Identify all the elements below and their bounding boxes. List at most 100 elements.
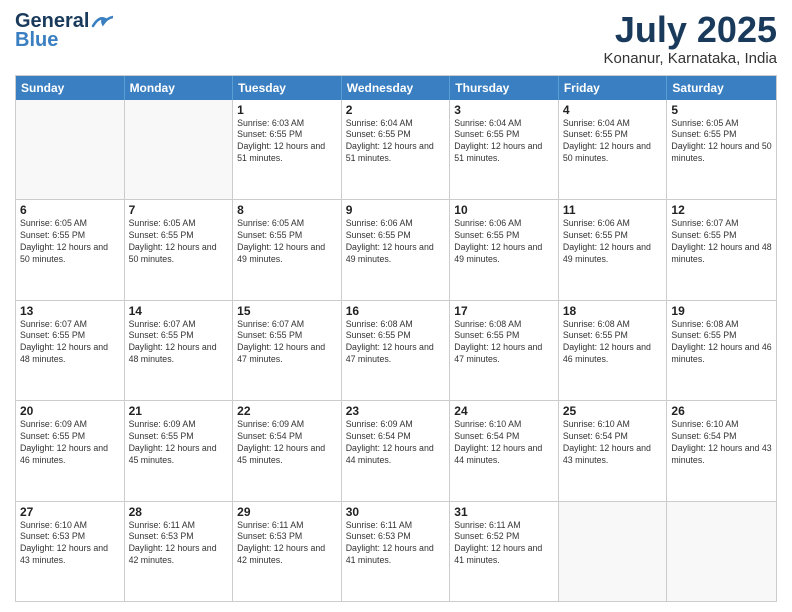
calendar-day-22: 22Sunrise: 6:09 AM Sunset: 6:54 PM Dayli… [233,401,342,500]
day-number: 2 [346,103,446,117]
day-info: Sunrise: 6:06 AM Sunset: 6:55 PM Dayligh… [563,218,663,266]
calendar-empty-cell [667,502,776,601]
calendar-week-2: 6Sunrise: 6:05 AM Sunset: 6:55 PM Daylig… [16,199,776,299]
calendar-day-14: 14Sunrise: 6:07 AM Sunset: 6:55 PM Dayli… [125,301,234,400]
day-number: 25 [563,404,663,418]
day-info: Sunrise: 6:11 AM Sunset: 6:53 PM Dayligh… [346,520,446,568]
calendar-day-26: 26Sunrise: 6:10 AM Sunset: 6:54 PM Dayli… [667,401,776,500]
day-info: Sunrise: 6:04 AM Sunset: 6:55 PM Dayligh… [454,118,554,166]
header-day-tuesday: Tuesday [233,76,342,100]
day-number: 10 [454,203,554,217]
page-header: General Blue July 2025 Konanur, Karnatak… [15,10,777,67]
day-info: Sunrise: 6:11 AM Sunset: 6:52 PM Dayligh… [454,520,554,568]
calendar-day-2: 2Sunrise: 6:04 AM Sunset: 6:55 PM Daylig… [342,100,451,199]
calendar-day-11: 11Sunrise: 6:06 AM Sunset: 6:55 PM Dayli… [559,200,668,299]
day-number: 1 [237,103,337,117]
day-number: 19 [671,304,772,318]
day-number: 7 [129,203,229,217]
day-number: 5 [671,103,772,117]
calendar-day-4: 4Sunrise: 6:04 AM Sunset: 6:55 PM Daylig… [559,100,668,199]
calendar-empty-cell [16,100,125,199]
day-info: Sunrise: 6:05 AM Sunset: 6:55 PM Dayligh… [671,118,772,166]
day-number: 20 [20,404,120,418]
day-info: Sunrise: 6:03 AM Sunset: 6:55 PM Dayligh… [237,118,337,166]
day-info: Sunrise: 6:09 AM Sunset: 6:55 PM Dayligh… [129,419,229,467]
calendar-day-16: 16Sunrise: 6:08 AM Sunset: 6:55 PM Dayli… [342,301,451,400]
calendar-day-6: 6Sunrise: 6:05 AM Sunset: 6:55 PM Daylig… [16,200,125,299]
day-number: 28 [129,505,229,519]
day-info: Sunrise: 6:11 AM Sunset: 6:53 PM Dayligh… [129,520,229,568]
calendar-day-13: 13Sunrise: 6:07 AM Sunset: 6:55 PM Dayli… [16,301,125,400]
day-number: 17 [454,304,554,318]
calendar-week-1: 1Sunrise: 6:03 AM Sunset: 6:55 PM Daylig… [16,100,776,199]
calendar-week-4: 20 Sunrise: 6:09 AM Sunset: 6:55 PM Dayli… [16,400,776,500]
calendar-day-25: 25Sunrise: 6:10 AM Sunset: 6:54 PM Dayli… [559,401,668,500]
calendar-body: 1Sunrise: 6:03 AM Sunset: 6:55 PM Daylig… [16,100,776,601]
day-number: 26 [671,404,772,418]
calendar-day-8: 8Sunrise: 6:05 AM Sunset: 6:55 PM Daylig… [233,200,342,299]
header-day-friday: Friday [559,76,668,100]
day-info: Sunrise: 6:09 AM Sunset: 6:54 PM Dayligh… [237,419,337,467]
calendar-week-3: 13Sunrise: 6:07 AM Sunset: 6:55 PM Dayli… [16,300,776,400]
day-number: 16 [346,304,446,318]
calendar-page: General Blue July 2025 Konanur, Karnatak… [0,0,792,612]
calendar-day-28: 28Sunrise: 6:11 AM Sunset: 6:53 PM Dayli… [125,502,234,601]
calendar-day-12: 12Sunrise: 6:07 AM Sunset: 6:55 PM Dayli… [667,200,776,299]
header-day-saturday: Saturday [667,76,776,100]
header-day-sunday: Sunday [16,76,125,100]
day-number: 27 [20,505,120,519]
header-day-thursday: Thursday [450,76,559,100]
day-number: 15 [237,304,337,318]
day-info: Sunrise: 6:10 AM Sunset: 6:54 PM Dayligh… [671,419,772,467]
day-info: Sunrise: 6:08 AM Sunset: 6:55 PM Dayligh… [671,319,772,367]
calendar-day-1: 1Sunrise: 6:03 AM Sunset: 6:55 PM Daylig… [233,100,342,199]
day-number: 8 [237,203,337,217]
day-number: 3 [454,103,554,117]
calendar-day-17: 17Sunrise: 6:08 AM Sunset: 6:55 PM Dayli… [450,301,559,400]
day-info: Sunrise: 6:11 AM Sunset: 6:53 PM Dayligh… [237,520,337,568]
calendar-day-19: 19Sunrise: 6:08 AM Sunset: 6:55 PM Dayli… [667,301,776,400]
day-number: 30 [346,505,446,519]
day-info: Sunrise: 6:09 AM Sunset: 6:54 PM Dayligh… [346,419,446,467]
day-info: Sunrise: 6:05 AM Sunset: 6:55 PM Dayligh… [20,218,120,266]
calendar-day-18: 18Sunrise: 6:08 AM Sunset: 6:55 PM Dayli… [559,301,668,400]
month-year-title: July 2025 [604,10,777,50]
day-info: Sunrise: 6:04 AM Sunset: 6:55 PM Dayligh… [563,118,663,166]
calendar-day-7: 7Sunrise: 6:05 AM Sunset: 6:55 PM Daylig… [125,200,234,299]
calendar-empty-cell [125,100,234,199]
calendar-week-5: 27Sunrise: 6:10 AM Sunset: 6:53 PM Dayli… [16,501,776,601]
day-info: Sunrise: 6:08 AM Sunset: 6:55 PM Dayligh… [454,319,554,367]
calendar-day-10: 10Sunrise: 6:06 AM Sunset: 6:55 PM Dayli… [450,200,559,299]
calendar-day-21: 21Sunrise: 6:09 AM Sunset: 6:55 PM Dayli… [125,401,234,500]
day-number: 18 [563,304,663,318]
day-number: 23 [346,404,446,418]
day-info: Sunrise: 6:07 AM Sunset: 6:55 PM Dayligh… [671,218,772,266]
day-number: 9 [346,203,446,217]
logo-bird-icon [91,14,113,30]
location-subtitle: Konanur, Karnataka, India [604,50,777,67]
day-info: Sunrise: 6:10 AM Sunset: 6:53 PM Dayligh… [20,520,120,568]
day-info: Sunrise: 6:07 AM Sunset: 6:55 PM Dayligh… [129,319,229,367]
day-number: 31 [454,505,554,519]
calendar-day-15: 15Sunrise: 6:07 AM Sunset: 6:55 PM Dayli… [233,301,342,400]
day-number: 14 [129,304,229,318]
calendar-day-24: 24Sunrise: 6:10 AM Sunset: 6:54 PM Dayli… [450,401,559,500]
calendar-empty-cell [559,502,668,601]
header-day-monday: Monday [125,76,234,100]
day-info: Sunrise: 6:06 AM Sunset: 6:55 PM Dayligh… [346,218,446,266]
day-info: Sunrise: 6:07 AM Sunset: 6:55 PM Dayligh… [20,319,120,367]
calendar-day-20: 20Sunrise: 6:09 AM Sunset: 6:55 PM Dayli… [16,401,125,500]
header-day-wednesday: Wednesday [342,76,451,100]
day-info: Sunrise: 6:10 AM Sunset: 6:54 PM Dayligh… [454,419,554,467]
calendar-day-27: 27Sunrise: 6:10 AM Sunset: 6:53 PM Dayli… [16,502,125,601]
title-block: July 2025 Konanur, Karnataka, India [604,10,777,67]
calendar-grid: SundayMondayTuesdayWednesdayThursdayFrid… [15,75,777,602]
day-number: 24 [454,404,554,418]
calendar-day-31: 31Sunrise: 6:11 AM Sunset: 6:52 PM Dayli… [450,502,559,601]
day-info: Sunrise: 6:06 AM Sunset: 6:55 PM Dayligh… [454,218,554,266]
calendar-header-row: SundayMondayTuesdayWednesdayThursdayFrid… [16,76,776,100]
day-number: 29 [237,505,337,519]
logo-text-blue: Blue [15,29,58,52]
calendar-day-3: 3Sunrise: 6:04 AM Sunset: 6:55 PM Daylig… [450,100,559,199]
day-info: Sunrise: 6:05 AM Sunset: 6:55 PM Dayligh… [237,218,337,266]
